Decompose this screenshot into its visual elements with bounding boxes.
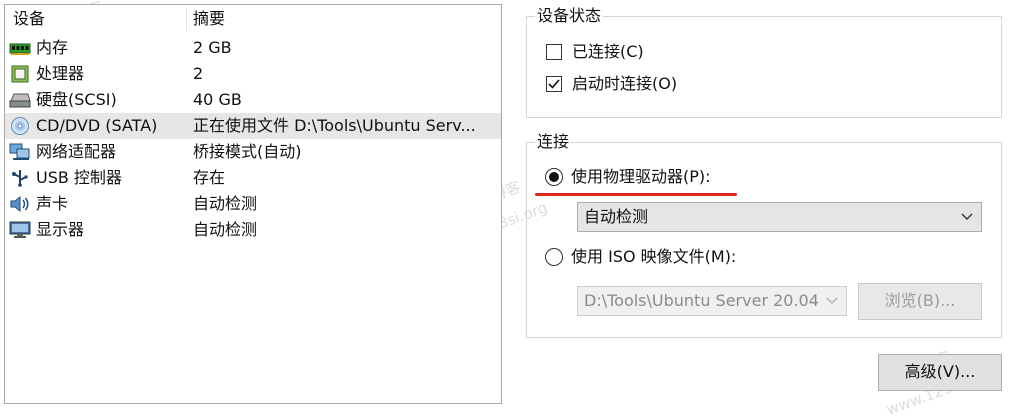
device-summary: 2 xyxy=(193,64,204,83)
device-name: 网络适配器 xyxy=(36,142,117,161)
connected-checkbox[interactable] xyxy=(546,44,562,60)
device-name: CD/DVD (SATA) xyxy=(36,116,158,135)
physical-drive-dropdown[interactable]: 自动检测 xyxy=(577,202,982,232)
processor-icon xyxy=(11,65,29,83)
device-status-group: 设备状态 已连接(C) 启动时连接(O) xyxy=(526,6,1002,118)
device-row-processor[interactable]: 处理器 2 xyxy=(5,61,501,87)
device-row-network-adapter[interactable]: 网络适配器 桥接模式(自动) xyxy=(5,139,501,165)
annotation-underline xyxy=(535,193,737,196)
usb-icon xyxy=(12,170,28,187)
use-physical-drive-radio[interactable] xyxy=(545,168,563,186)
use-iso-image-label[interactable]: 使用 ISO 映像文件(M): xyxy=(571,246,736,268)
hard-disk-icon xyxy=(9,93,31,108)
advanced-button[interactable]: 高级(V)... xyxy=(878,354,1002,391)
device-row-hard-disk[interactable]: 硬盘(SCSI) 40 GB xyxy=(5,87,501,113)
device-name: 硬盘(SCSI) xyxy=(36,90,117,109)
device-row-display[interactable]: 显示器 自动检测 xyxy=(5,217,501,243)
browse-button[interactable]: 浏览(B)... xyxy=(858,283,982,320)
device-name: 声卡 xyxy=(36,194,69,213)
sound-card-icon xyxy=(10,195,29,213)
device-list[interactable]: 设备 摘要 内存 2 GB 处理器 2 硬盘(SCSI) 40 GB CD/DV… xyxy=(4,4,502,404)
column-header-summary[interactable]: 摘要 xyxy=(193,9,225,29)
checkmark-icon xyxy=(548,79,560,89)
chevron-down-icon xyxy=(826,297,838,304)
radio-selected-dot xyxy=(549,172,559,182)
connection-group: 连接 使用物理驱动器(P): 自动检测 使用 ISO 映像文件(M): D:\T… xyxy=(526,132,1002,338)
device-row-memory[interactable]: 内存 2 GB xyxy=(5,35,501,61)
connect-at-power-on-checkbox[interactable] xyxy=(546,76,562,92)
device-summary: 桥接模式(自动) xyxy=(193,142,302,161)
connect-at-power-on-label[interactable]: 启动时连接(O) xyxy=(572,73,677,95)
column-header-device[interactable]: 设备 xyxy=(13,9,45,29)
chevron-down-icon xyxy=(961,213,973,220)
use-iso-image-radio[interactable] xyxy=(545,248,563,266)
device-summary: 自动检测 xyxy=(193,194,258,213)
device-row-usb-controller[interactable]: USB 控制器 存在 xyxy=(5,165,501,191)
device-name: 显示器 xyxy=(36,220,85,239)
connected-label[interactable]: 已连接(C) xyxy=(572,41,644,63)
device-summary: 40 GB xyxy=(193,90,242,109)
device-name: USB 控制器 xyxy=(36,168,122,187)
device-summary: 存在 xyxy=(193,168,226,187)
use-physical-drive-label[interactable]: 使用物理驱动器(P): xyxy=(571,166,711,188)
iso-path-combobox[interactable]: D:\Tools\Ubuntu Server 20.04 xyxy=(577,286,847,316)
device-summary: 正在使用文件 D:\Tools\Ubuntu Serv... xyxy=(193,116,476,135)
device-name: 内存 xyxy=(36,38,69,57)
physical-drive-dropdown-value: 自动检测 xyxy=(584,207,649,226)
cd-dvd-icon xyxy=(11,117,29,135)
iso-path-value: D:\Tools\Ubuntu Server 20.04 xyxy=(584,291,819,310)
network-adapter-icon xyxy=(9,143,30,160)
device-summary: 2 GB xyxy=(193,38,232,57)
device-summary: 自动检测 xyxy=(193,220,258,239)
device-status-title: 设备状态 xyxy=(535,6,604,26)
device-row-cd-dvd[interactable]: CD/DVD (SATA) 正在使用文件 D:\Tools\Ubuntu Ser… xyxy=(5,113,501,139)
column-divider[interactable] xyxy=(186,7,187,31)
display-icon xyxy=(9,221,31,238)
device-row-sound-card[interactable]: 声卡 自动检测 xyxy=(5,191,501,217)
device-name: 处理器 xyxy=(36,64,85,83)
connection-title: 连接 xyxy=(535,132,572,152)
device-list-header: 设备 摘要 xyxy=(5,5,501,31)
memory-icon xyxy=(9,43,31,55)
